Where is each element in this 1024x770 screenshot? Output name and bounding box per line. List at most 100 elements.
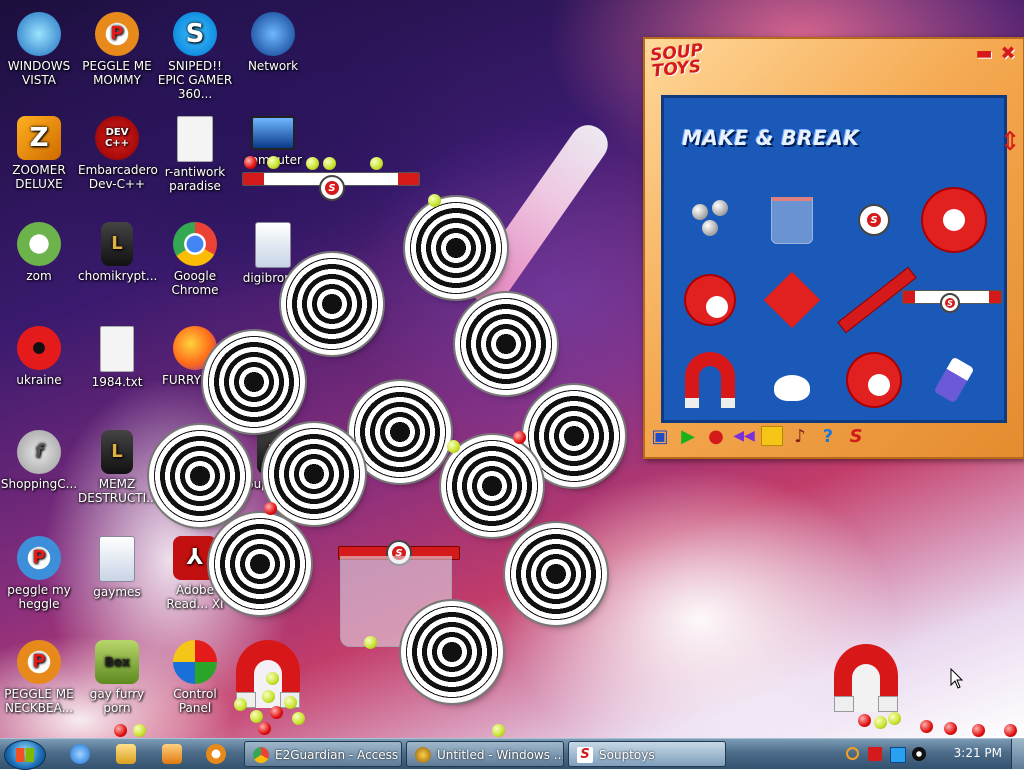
red-star-gear-toy[interactable]: [760, 268, 824, 332]
music-icon[interactable]: ♪: [789, 425, 811, 447]
minimize-button[interactable]: ▬: [975, 45, 993, 63]
record-icon[interactable]: ●: [705, 425, 727, 447]
yellow-ball[interactable]: [133, 724, 146, 737]
red-ball[interactable]: [258, 722, 271, 735]
help-icon[interactable]: ?: [817, 425, 839, 447]
desktop-icon-peggle-neckbeard[interactable]: P PEGGLE ME NECKBEA...: [0, 640, 78, 715]
desktop-icon-sniped[interactable]: S SNIPED!! EPIC GAMER 360...: [156, 12, 234, 101]
red-ball[interactable]: [244, 156, 257, 169]
scroll-updown-icon[interactable]: ⇕: [999, 129, 1021, 155]
desktop-icon-gay-furry[interactable]: Box gay furry porn: [78, 640, 156, 715]
clock[interactable]: 3:21 PM: [954, 746, 1002, 760]
eraser-toy[interactable]: [922, 348, 986, 412]
red-ball[interactable]: [944, 722, 957, 735]
spiral-wheel[interactable]: [528, 390, 620, 482]
media-player-icon[interactable]: [162, 744, 182, 764]
red-ball[interactable]: [1004, 724, 1017, 737]
desktop-icon-devcpp[interactable]: DEV C++ Embarcadero Dev-C++: [78, 116, 158, 191]
red-ball[interactable]: [920, 720, 933, 733]
desktop-icon-google-chrome[interactable]: Google Chrome: [156, 222, 234, 297]
desktop-icon-control-panel[interactable]: Control Panel: [156, 640, 234, 715]
red-gear-small-toy[interactable]: [842, 348, 906, 412]
desktop-icon-zom[interactable]: zom: [0, 222, 78, 283]
play-icon[interactable]: ▶: [677, 425, 699, 447]
explorer-folder-icon[interactable]: [116, 744, 136, 764]
desktop-icon-ukraine[interactable]: ukraine: [0, 326, 78, 387]
drop-tool-icon[interactable]: ▣: [649, 425, 671, 447]
yellow-ball[interactable]: [306, 157, 319, 170]
mouse-cursor-icon: [950, 668, 964, 689]
network-tray-icon[interactable]: [890, 747, 906, 763]
desktop-icon-r-antiwork[interactable]: r-antiwork paradise: [156, 116, 234, 193]
desktop-icon-memz[interactable]: L MEMZ DESTRUCTI...: [78, 430, 158, 505]
spiral-wheel[interactable]: [268, 428, 360, 520]
desktop-icon-zoomer-deluxe[interactable]: Z ZOOMER DELUXE: [0, 116, 78, 191]
goose-toy[interactable]: [760, 348, 824, 412]
spiral-wheel[interactable]: [354, 386, 446, 478]
spiral-wheel[interactable]: [410, 202, 502, 294]
flag-icon[interactable]: [868, 747, 882, 761]
yellow-ball[interactable]: [250, 710, 263, 723]
show-desktop-button[interactable]: [1011, 739, 1024, 769]
desktop-icon-network[interactable]: Network: [234, 12, 312, 73]
spiral-wheel[interactable]: [510, 528, 602, 620]
rewind-icon[interactable]: ◀◀: [733, 425, 755, 447]
desktop-icon-gaymes[interactable]: gaymes: [78, 536, 156, 599]
taskbar-button-paint[interactable]: Untitled - Windows ...: [406, 741, 564, 767]
red-ball[interactable]: [972, 724, 985, 737]
yellow-ball[interactable]: [262, 690, 275, 703]
yellow-ball[interactable]: [234, 698, 247, 711]
shortcut-icon: [255, 222, 291, 268]
yellow-ball[interactable]: [323, 157, 336, 170]
peggle-quicklaunch-icon[interactable]: [206, 744, 226, 764]
yellow-ball[interactable]: [292, 712, 305, 725]
yellow-ball[interactable]: [492, 724, 505, 737]
yellow-ball[interactable]: [266, 672, 279, 685]
red-ball[interactable]: [513, 431, 526, 444]
spiral-wheel[interactable]: [286, 258, 378, 350]
yellow-ball[interactable]: [284, 696, 297, 709]
stop-icon[interactable]: [761, 425, 783, 447]
magnet-toy[interactable]: [834, 644, 898, 712]
desktop-icon-peggle-my-heggle[interactable]: P peggle my heggle: [0, 536, 78, 611]
desktop-icon-shopping[interactable]: f ShoppingC...: [0, 430, 78, 491]
yellow-ball[interactable]: [888, 712, 901, 725]
magnet-palette-toy[interactable]: [678, 348, 742, 412]
yellow-ball[interactable]: [267, 156, 280, 169]
taskbar-button-e2guardian[interactable]: E2Guardian - Access ...: [244, 741, 402, 767]
glass-cup-palette-toy[interactable]: [760, 188, 824, 252]
taskbar-button-souptoys[interactable]: S Souptoys: [568, 741, 726, 767]
soup-button-toy[interactable]: S: [842, 188, 906, 252]
steel-balls-toy[interactable]: [678, 188, 742, 252]
yellow-ball[interactable]: [364, 636, 377, 649]
volume-icon[interactable]: [912, 747, 926, 761]
soup-logo-icon[interactable]: S: [845, 425, 867, 447]
spiral-wheel[interactable]: [406, 606, 498, 698]
red-ball[interactable]: [270, 706, 283, 719]
desktop-icon-windows-vista[interactable]: WINDOWS VISTA: [0, 12, 78, 87]
desktop-icon-1984[interactable]: 1984.txt: [78, 326, 156, 389]
start-button[interactable]: [4, 740, 46, 770]
soup-badge-icon: S: [319, 175, 345, 201]
yellow-ball[interactable]: [447, 440, 460, 453]
red-ball[interactable]: [264, 502, 277, 515]
yellow-ball[interactable]: [428, 194, 441, 207]
red-ball[interactable]: [114, 724, 127, 737]
search-icon[interactable]: [846, 747, 859, 760]
spiral-wheel[interactable]: [446, 440, 538, 532]
yellow-ball[interactable]: [874, 716, 887, 729]
spiral-wheel[interactable]: [208, 336, 300, 428]
red-ball[interactable]: [858, 714, 871, 727]
toy-palette-panel: MAKE & BREAK S S: [661, 95, 1007, 423]
desktop-icon-peggle-me-mommy[interactable]: P PEGGLE ME MOMMY: [78, 12, 156, 87]
souptoys-window[interactable]: SOUP TOYS ▬ ✖ MAKE & BREAK S S ⇕ ▣ ▶ ● ◀…: [643, 37, 1024, 459]
spiral-wheel[interactable]: [460, 298, 552, 390]
red-gear-large-toy[interactable]: [922, 188, 986, 252]
spiral-wheel[interactable]: [214, 518, 306, 610]
red-spiky-gear-toy[interactable]: [678, 268, 742, 332]
close-button[interactable]: ✖: [999, 45, 1017, 63]
internet-explorer-icon[interactable]: [70, 744, 90, 764]
spiral-wheel[interactable]: [154, 430, 246, 522]
desktop-icon-chomikrypt[interactable]: L chomikrypt...: [78, 222, 157, 283]
yellow-ball[interactable]: [370, 157, 383, 170]
